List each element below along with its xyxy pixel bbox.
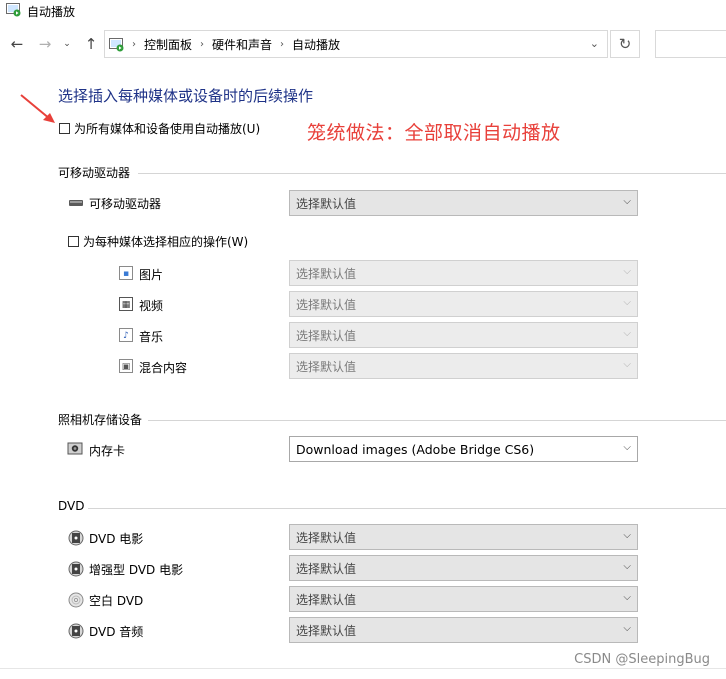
music-select[interactable]: 选择默认值 ⌵ <box>289 322 638 348</box>
removable-drive-select[interactable]: 选择默认值 ⌵ <box>289 190 638 216</box>
breadcrumb-separator-icon: › <box>280 38 285 50</box>
bottom-divider <box>0 668 726 669</box>
pictures-select[interactable]: 选择默认值 ⌵ <box>289 260 638 286</box>
video-icon: ▦ <box>119 297 133 311</box>
chevron-down-icon: ⌵ <box>623 196 631 207</box>
chevron-down-icon: ⌵ <box>623 328 631 339</box>
dvd-movie-select[interactable]: 选择默认值 ⌵ <box>289 524 638 550</box>
dvd-audio-label: DVD 音频 <box>89 625 144 639</box>
autoplay-app-icon <box>6 3 21 17</box>
music-icon: ♪ <box>119 328 133 342</box>
search-input[interactable] <box>655 30 726 58</box>
section-title-removable: 可移动驱动器 <box>58 166 131 180</box>
address-bar[interactable]: › 控制面板 › 硬件和声音 › 自动播放 ⌄ <box>104 30 608 58</box>
select-value: 选择默认值 <box>296 561 357 576</box>
chevron-down-icon: ⌄ <box>63 39 71 49</box>
chevron-down-icon: ⌵ <box>623 266 631 277</box>
select-value: Download images (Adobe Bridge CS6) <box>296 441 535 457</box>
chevron-down-icon: ⌵ <box>623 442 631 453</box>
refresh-button[interactable]: ↻ <box>610 30 640 58</box>
annotation-arrow-icon <box>20 94 55 123</box>
section-title-camera: 照相机存储设备 <box>58 413 143 427</box>
media-label-video: 视频 <box>139 299 164 313</box>
removable-drive-icon <box>69 200 83 206</box>
dvd-movie-label: DVD 电影 <box>89 532 144 546</box>
forward-button[interactable]: → <box>35 34 55 54</box>
up-button[interactable]: ↑ <box>81 34 101 54</box>
breadcrumb-separator-icon: › <box>132 38 136 50</box>
select-value: 选择默认值 <box>296 328 357 343</box>
chevron-down-icon: ⌵ <box>623 592 631 603</box>
refresh-icon: ↻ <box>618 35 632 53</box>
annotation-text: 笼统做法：全部取消自动播放 <box>307 122 561 144</box>
blank-dvd-icon <box>68 592 84 608</box>
media-label-pictures: 图片 <box>139 268 164 282</box>
mixed-content-select[interactable]: 选择默认值 ⌵ <box>289 353 638 379</box>
select-value: 选择默认值 <box>296 623 357 638</box>
memory-card-select[interactable]: Download images (Adobe Bridge CS6) ⌵ <box>289 436 638 462</box>
section-title-dvd: DVD <box>58 499 85 513</box>
arrow-right-icon: → <box>38 35 52 53</box>
select-value: 选择默认值 <box>296 266 357 281</box>
section-divider <box>138 173 726 174</box>
chevron-down-icon: ⌵ <box>623 623 631 634</box>
picture-icon: ▪ <box>119 266 133 280</box>
section-divider <box>88 508 726 509</box>
per-media-checkbox[interactable] <box>68 236 79 247</box>
mixed-content-icon: ▣ <box>119 359 133 373</box>
breadcrumb-control-panel[interactable]: 控制面板 <box>144 36 192 53</box>
address-dropdown-icon[interactable]: ⌄ <box>590 37 599 50</box>
use-autoplay-all-checkbox[interactable] <box>59 123 70 134</box>
dvd-audio-icon <box>68 623 84 639</box>
dvd-movie-icon <box>68 530 84 546</box>
back-button[interactable]: ← <box>7 34 27 54</box>
use-autoplay-all-label[interactable]: 为所有媒体和设备使用自动播放(U) <box>74 120 260 137</box>
blank-dvd-label: 空白 DVD <box>89 594 144 608</box>
enhanced-dvd-movie-label: 增强型 DVD 电影 <box>89 563 184 577</box>
page-heading: 选择插入每种媒体或设备时的后续操作 <box>58 87 314 105</box>
blank-dvd-select[interactable]: 选择默认值 ⌵ <box>289 586 638 612</box>
memory-card-label: 内存卡 <box>89 444 126 458</box>
breadcrumb-separator-icon: › <box>200 38 205 50</box>
window-title: 自动播放 <box>27 5 76 19</box>
enhanced-dvd-movie-select[interactable]: 选择默认值 ⌵ <box>289 555 638 581</box>
breadcrumb-hardware-sound[interactable]: 硬件和声音 <box>212 36 272 53</box>
title-bar: 自动播放 <box>0 0 726 22</box>
chevron-down-icon: ⌵ <box>623 561 631 572</box>
section-divider <box>148 420 726 421</box>
chevron-down-icon: ⌵ <box>623 530 631 541</box>
select-value: 选择默认值 <box>296 592 357 607</box>
arrow-left-icon: ← <box>10 35 24 53</box>
breadcrumb-autoplay[interactable]: 自动播放 <box>292 36 340 53</box>
select-value: 选择默认值 <box>296 297 357 312</box>
video-select[interactable]: 选择默认值 ⌵ <box>289 291 638 317</box>
memory-card-icon <box>67 442 83 455</box>
select-value: 选择默认值 <box>296 196 357 211</box>
control-panel-icon <box>109 37 124 51</box>
watermark: CSDN @SleepingBug <box>574 652 710 667</box>
chevron-down-icon: ⌵ <box>623 297 631 308</box>
media-label-music: 音乐 <box>139 330 164 344</box>
select-value: 选择默认值 <box>296 530 357 545</box>
recent-locations-button[interactable]: ⌄ <box>60 34 74 54</box>
select-value: 选择默认值 <box>296 359 357 374</box>
chevron-down-icon: ⌵ <box>623 359 631 370</box>
arrow-up-icon: ↑ <box>84 35 98 53</box>
enhanced-dvd-movie-icon <box>68 561 84 577</box>
per-media-label[interactable]: 为每种媒体选择相应的操作(W) <box>83 233 248 250</box>
media-label-mixed: 混合内容 <box>139 361 188 375</box>
removable-drive-label: 可移动驱动器 <box>89 197 162 211</box>
dvd-audio-select[interactable]: 选择默认值 ⌵ <box>289 617 638 643</box>
